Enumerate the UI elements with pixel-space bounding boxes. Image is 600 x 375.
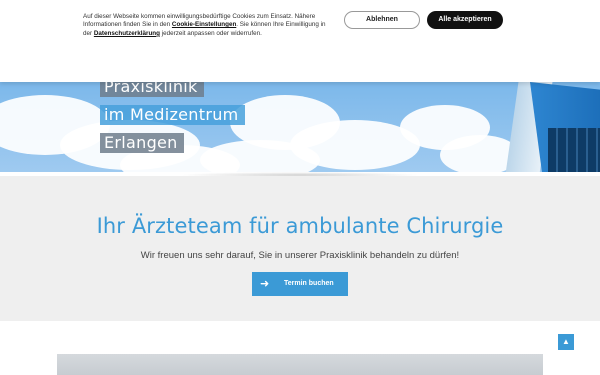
accept-all-button[interactable]: Alle akzeptieren — [427, 11, 503, 29]
building-windows — [548, 128, 600, 172]
page-headline: Ihr Ärzteteam für ambulante Chirurgie — [96, 214, 504, 238]
page-subline: Wir freuen uns sehr darauf, Sie in unser… — [140, 250, 460, 261]
cookie-settings-link[interactable]: Cookie-Einstellungen — [172, 21, 236, 28]
cookie-banner: Auf dieser Webseite kommen einwilligungs… — [0, 0, 600, 82]
arrow-right-icon: ➜ — [260, 278, 270, 290]
book-appointment-button[interactable]: ➜ Termin buchen — [252, 272, 348, 296]
intro-section — [0, 176, 600, 321]
cookie-text: Auf dieser Webseite kommen einwilligungs… — [83, 13, 328, 38]
content-image — [57, 354, 543, 375]
decline-button[interactable]: Ablehnen — [344, 11, 420, 29]
privacy-policy-link[interactable]: Datenschutzerklärung — [94, 30, 160, 37]
book-appointment-label: Termin buchen — [284, 280, 334, 287]
cookie-text-part-3: jederzeit anpassen oder widerrufen. — [160, 29, 262, 37]
hero-line-2: im Medizentrum — [100, 105, 245, 125]
chevron-up-icon: ▲ — [562, 337, 570, 346]
back-to-top-button[interactable]: ▲ — [558, 334, 574, 350]
hero-line-3: Erlangen — [100, 133, 184, 153]
